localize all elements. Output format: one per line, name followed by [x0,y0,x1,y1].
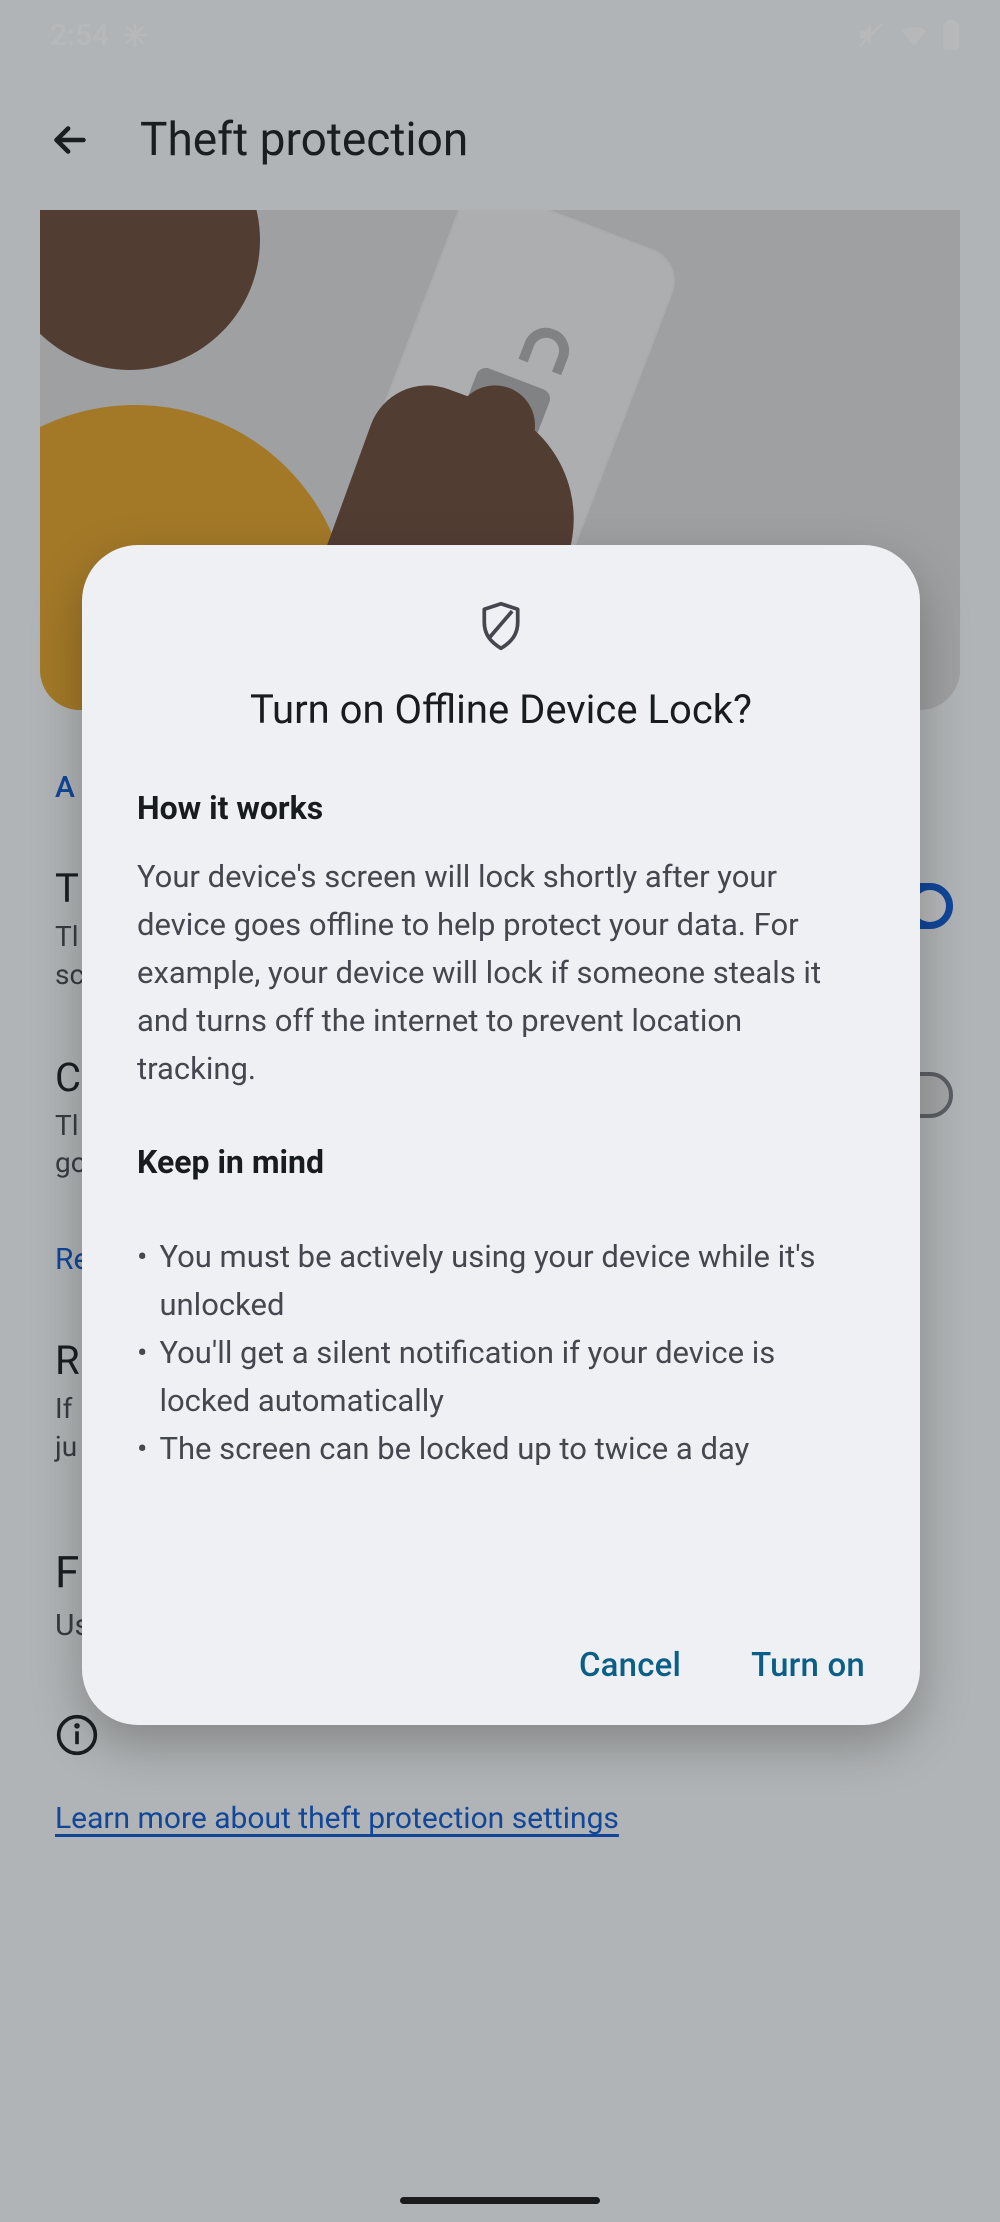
dialog-title: Turn on Offline Device Lock? [250,686,752,733]
gesture-nav-handle[interactable] [400,2197,600,2204]
cancel-button[interactable]: Cancel [579,1646,681,1685]
dialog-body-how: Your device's screen will lock shortly a… [137,853,865,1093]
dialog-bullet: •You'll get a silent notification if you… [137,1329,865,1425]
dialog-bullet-text: You must be actively using your device w… [159,1233,865,1329]
dialog-actions: Cancel Turn on [137,1586,865,1685]
dialog-bullet-list: •You must be actively using your device … [137,1233,865,1473]
turn-on-button[interactable]: Turn on [751,1646,865,1685]
dialog-heading-how: How it works [137,789,865,827]
dialog-bullet: •You must be actively using your device … [137,1233,865,1329]
dialog-bullet: •The screen can be locked up to twice a … [137,1425,865,1473]
dialog-bullet-text: The screen can be locked up to twice a d… [159,1425,749,1473]
offline-lock-dialog: Turn on Offline Device Lock? How it work… [82,545,920,1725]
dialog-heading-keep: Keep in mind [137,1143,865,1181]
shield-icon [478,600,524,656]
dialog-bullet-text: You'll get a silent notification if your… [159,1329,865,1425]
